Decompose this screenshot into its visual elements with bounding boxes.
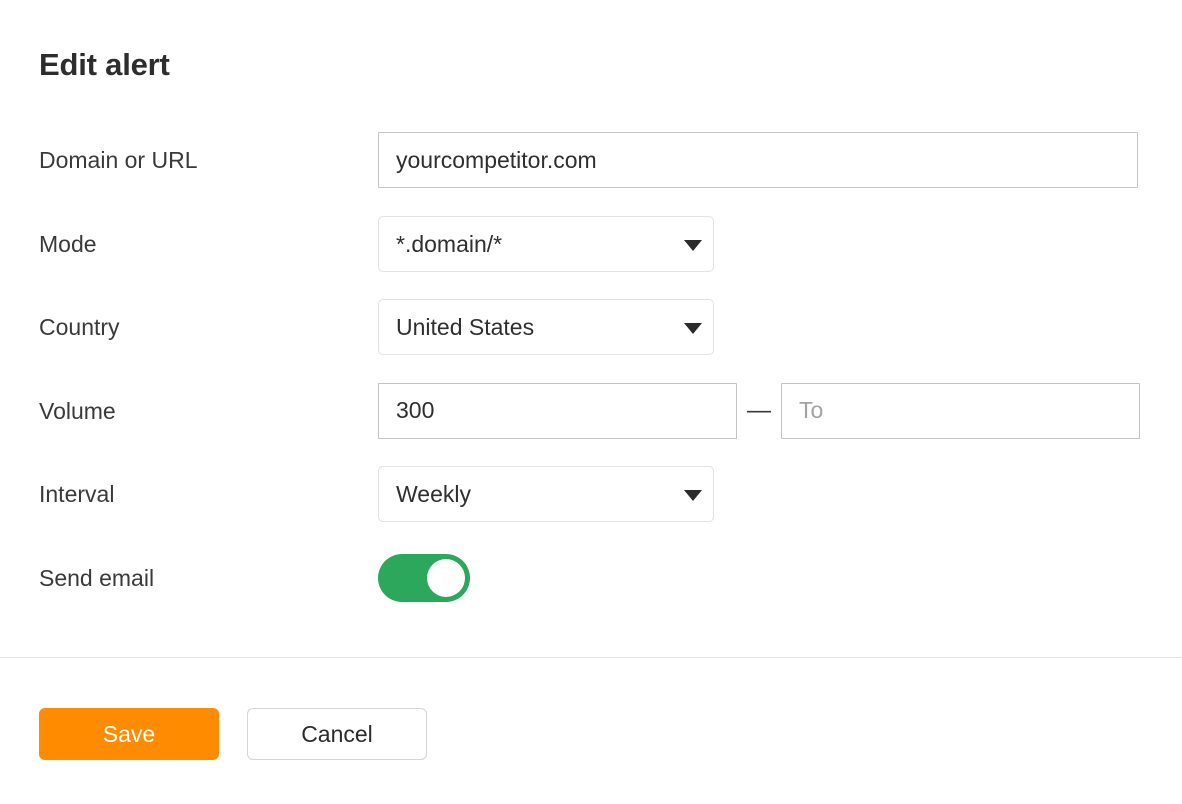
label-send-email: Send email (39, 564, 155, 591)
footer-divider (0, 657, 1182, 658)
field-mode: *.domain/* (378, 215, 714, 277)
form-row-interval: Interval Weekly (0, 466, 1182, 550)
toggle-knob (427, 558, 465, 597)
volume-from-input[interactable] (378, 382, 737, 439)
edit-alert-dialog: Edit alert Domain or URL Mode *.domain/*… (0, 0, 1182, 804)
field-country: United States (378, 299, 714, 360)
interval-select[interactable]: Weekly (378, 466, 714, 522)
page-title: Edit alert (39, 47, 170, 82)
country-select-value[interactable]: United States (378, 299, 714, 355)
volume-to-input[interactable] (781, 382, 1140, 439)
mode-select-value[interactable]: *.domain/* (378, 215, 714, 272)
label-interval: Interval (39, 481, 115, 507)
domain-or-url-input[interactable] (378, 132, 1138, 188)
field-volume: — (378, 382, 1140, 439)
form-row-domain: Domain or URL (0, 132, 1182, 216)
field-send-email (378, 550, 470, 602)
volume-range-group: — (378, 382, 1140, 439)
send-email-toggle[interactable] (378, 553, 470, 602)
form-row-send-email: Send email (0, 550, 1182, 634)
label-volume: Volume (39, 397, 116, 424)
field-domain-or-url (378, 132, 1138, 188)
label-mode: Mode (39, 230, 97, 257)
field-interval: Weekly (378, 466, 714, 527)
form-row-mode: Mode *.domain/* (0, 215, 1182, 300)
label-country: Country (39, 314, 120, 340)
dialog-footer: Save Cancel (39, 708, 427, 760)
interval-select-value[interactable]: Weekly (378, 466, 714, 522)
label-domain-or-url: Domain or URL (39, 147, 198, 173)
save-button[interactable]: Save (39, 708, 219, 760)
form-row-volume: Volume — (0, 382, 1182, 467)
cancel-button[interactable]: Cancel (247, 708, 427, 760)
form-row-country: Country United States (0, 299, 1182, 383)
country-select[interactable]: United States (378, 299, 714, 355)
alert-form: Domain or URL Mode *.domain/* Country Un… (0, 132, 1182, 633)
mode-select[interactable]: *.domain/* (378, 215, 714, 272)
range-separator: — (747, 396, 771, 424)
